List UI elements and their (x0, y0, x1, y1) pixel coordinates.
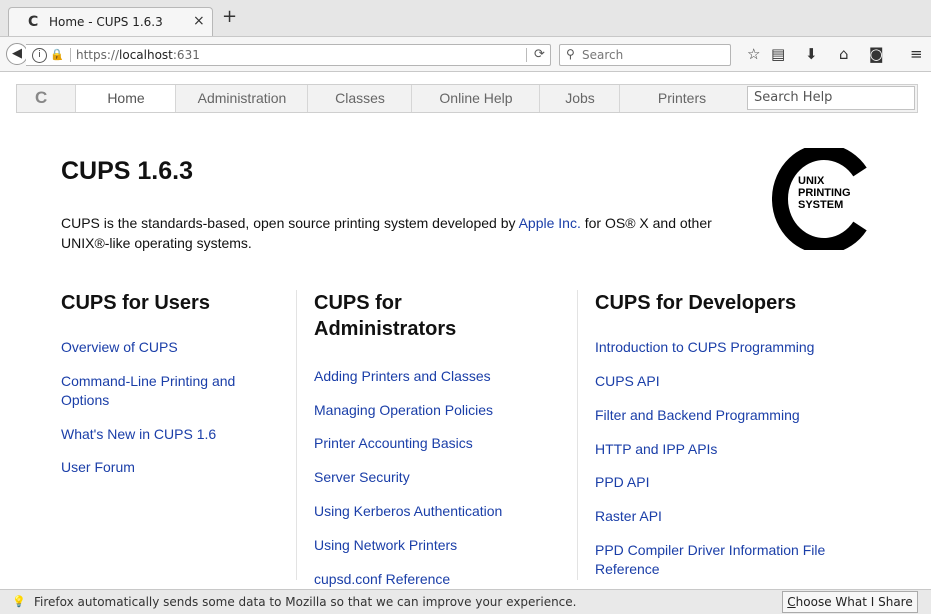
column-divider (577, 290, 578, 580)
link-ppd-api[interactable]: PPD API (595, 473, 649, 492)
url-separator (70, 48, 71, 62)
admins-heading: CUPS for Administrators (314, 292, 457, 340)
reload-icon[interactable]: ⟳ (534, 47, 545, 62)
link-overview[interactable]: Overview of CUPS (61, 338, 178, 357)
notification-text: Firefox automatically sends some data to… (34, 595, 577, 609)
admins-column: CUPS for Administrators Adding Printers … (314, 290, 564, 587)
link-network-printers[interactable]: Using Network Printers (314, 536, 457, 555)
browser-search-bar[interactable]: ⚲ Search (559, 44, 731, 66)
users-heading: CUPS for Users (61, 292, 210, 314)
back-button[interactable]: ◀ (6, 43, 28, 65)
pocket-icon[interactable]: ◙ (869, 45, 884, 63)
link-raster-api[interactable]: Raster API (595, 507, 662, 526)
cups-nav-bar: C Home Administration Classes Online Hel… (16, 84, 918, 113)
link-adding-printers[interactable]: Adding Printers and Classes (314, 367, 491, 386)
search-icon: ⚲ (566, 47, 575, 61)
link-whats-new[interactable]: What's New in CUPS 1.6 (61, 425, 216, 444)
lightbulb-icon: 💡 (12, 595, 26, 608)
info-icon[interactable]: i (32, 48, 47, 63)
tab-close-icon[interactable]: × (193, 13, 205, 29)
link-intro-programming[interactable]: Introduction to CUPS Programming (595, 338, 814, 357)
reload-separator (526, 48, 527, 62)
tab-administration[interactable]: Administration (175, 85, 308, 112)
link-ppd-compiler[interactable]: PPD Compiler Driver Information File Ref… (595, 541, 855, 579)
link-http-ipp[interactable]: HTTP and IPP APIs (595, 440, 717, 459)
link-filter-backend[interactable]: Filter and Backend Programming (595, 406, 800, 425)
choose-what-i-share-button[interactable]: Choose What I Share (782, 591, 918, 613)
tab-printers[interactable]: Printers (619, 85, 744, 112)
url-text[interactable]: https://localhost:631 (76, 48, 200, 62)
cups-logo: UNIX PRINTING SYSTEM (772, 148, 867, 250)
apple-link[interactable]: Apple Inc. (519, 215, 581, 231)
home-icon[interactable]: ⌂ (839, 45, 849, 63)
new-tab-button[interactable]: + (222, 7, 237, 27)
developers-column: CUPS for Developers Introduction to CUPS… (595, 290, 895, 577)
bookmark-star-icon[interactable]: ☆ (747, 45, 760, 63)
developers-heading: CUPS for Developers (595, 292, 797, 314)
link-command-line[interactable]: Command-Line Printing and Options (61, 372, 266, 410)
page-title: CUPS 1.6.3 (61, 157, 194, 185)
search-help-input[interactable]: Search Help (747, 86, 915, 110)
link-kerberos[interactable]: Using Kerberos Authentication (314, 502, 502, 521)
tab-title: Home - CUPS 1.6.3 (49, 15, 163, 29)
users-column: CUPS for Users Overview of CUPS Command-… (61, 290, 286, 475)
link-user-forum[interactable]: User Forum (61, 458, 135, 477)
link-operation-policies[interactable]: Managing Operation Policies (314, 401, 493, 420)
cups-logo-icon[interactable]: C (35, 88, 47, 108)
tab-strip: C Home - CUPS 1.6.3 × + (0, 0, 931, 36)
tab-jobs[interactable]: Jobs (539, 85, 620, 112)
link-server-security[interactable]: Server Security (314, 468, 410, 487)
browser-tab[interactable]: C Home - CUPS 1.6.3 × (8, 7, 213, 36)
logo-line-printing: PRINTING (798, 187, 851, 199)
navigation-bar: ◀ i 🔒 ▲ https://localhost:631 ⟳ ⚲ Search… (0, 36, 931, 72)
column-divider (296, 290, 297, 580)
logo-line-unix: UNIX (798, 175, 825, 187)
menu-icon[interactable]: ≡ (910, 45, 923, 63)
url-bar[interactable]: i 🔒 ▲ https://localhost:631 ⟳ (26, 44, 551, 66)
warning-icon: ▲ (56, 52, 63, 61)
logo-line-system: SYSTEM (798, 199, 843, 211)
notification-bar: 💡 Firefox automatically sends some data … (0, 589, 931, 614)
download-icon[interactable]: ⬇ (805, 45, 818, 63)
tab-home[interactable]: Home (75, 85, 176, 112)
reading-list-icon[interactable]: ▤ (771, 45, 785, 63)
tab-classes[interactable]: Classes (307, 85, 412, 112)
intro-paragraph: CUPS is the standards-based, open source… (61, 215, 712, 251)
link-accounting[interactable]: Printer Accounting Basics (314, 434, 473, 453)
cups-favicon-icon: C (28, 14, 39, 30)
link-cups-api[interactable]: CUPS API (595, 372, 660, 391)
link-cupsd-conf[interactable]: cupsd.conf Reference (314, 570, 450, 589)
tab-online-help[interactable]: Online Help (411, 85, 540, 112)
search-placeholder: Search (582, 48, 624, 62)
